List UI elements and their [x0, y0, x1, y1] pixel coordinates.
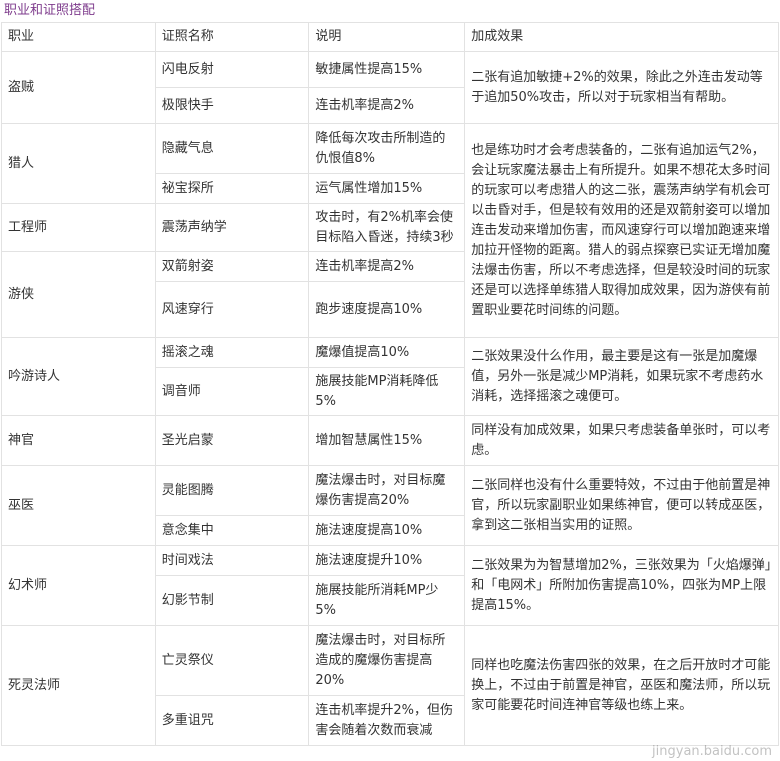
job-cell: 幻术师 [1, 545, 156, 626]
effect-cell: 同样没有加成效果，如果只考虑装备单张时，可以考虑。 [464, 415, 779, 466]
license-name-cell: 亡灵祭仪 [154, 625, 310, 696]
description-cell: 施法速度提高10% [308, 515, 466, 546]
description-cell: 敏捷属性提高15% [308, 51, 466, 88]
license-name-cell: 极限快手 [154, 87, 310, 124]
description-cell: 跑步速度提高10% [308, 281, 466, 338]
license-name-cell: 风速穿行 [154, 281, 310, 338]
license-name-cell: 圣光启蒙 [154, 415, 310, 466]
description-cell: 连击机率提高2% [308, 251, 466, 282]
license-table: 职业 证照名称 说明 加成效果 盗贼 闪电反射 敏捷属性提高15% 二张有追加敏… [1, 22, 779, 746]
job-cell: 巫医 [1, 465, 156, 546]
description-cell: 魔法爆击时，对目标所造成的魔爆伤害提高20% [308, 625, 466, 696]
header-license-name: 证照名称 [154, 22, 310, 52]
job-cell: 游侠 [1, 251, 156, 338]
header-description: 说明 [308, 22, 466, 52]
description-cell: 魔法爆击时，对目标魔爆伤害提高20% [308, 465, 466, 516]
effect-cell: 二张有追加敏捷+2%的效果，除此之外连击发动等于追加50%攻击，所以对于玩家相当… [464, 51, 779, 124]
license-name-cell: 灵能图腾 [154, 465, 310, 516]
page-title: 职业和证照搭配 [4, 3, 96, 18]
description-cell: 魔爆值提高10% [308, 337, 466, 368]
effect-cell: 同样也吃魔法伤害四张的效果，在之后开放时才可能换上，不过由于前置是神官，巫医和魔… [464, 625, 779, 746]
license-name-cell: 幻影节制 [154, 575, 310, 626]
license-name-cell: 祕宝探所 [154, 173, 310, 204]
effect-cell: 二张效果没什么作用，最主要是这有一张是加魔爆值，另外一张是减少MP消耗，如果玩家… [464, 337, 779, 416]
description-cell: 连击机率提高2% [308, 87, 466, 124]
license-name-cell: 闪电反射 [154, 51, 310, 88]
description-cell: 施展技能所消耗MP少5% [308, 575, 466, 626]
license-name-cell: 摇滚之魂 [154, 337, 310, 368]
license-name-cell: 时间戏法 [154, 545, 310, 576]
table-row: 巫医 灵能图腾 魔法爆击时，对目标魔爆伤害提高20% 二张同样也没有什么重要特效… [1, 465, 779, 546]
table-row: 盗贼 闪电反射 敏捷属性提高15% 二张有追加敏捷+2%的效果，除此之外连击发动… [1, 51, 779, 124]
table-row: 猎人 隐藏气息 降低每次攻击所制造的仇恨值8% 也是练功时才会考虑装备的，二张有… [1, 123, 779, 338]
license-name-cell: 多重诅咒 [154, 695, 310, 746]
license-name-cell: 意念集中 [154, 515, 310, 546]
description-cell: 降低每次攻击所制造的仇恨值8% [308, 123, 466, 174]
effect-cell: 也是练功时才会考虑装备的，二张有追加运气2%，会让玩家魔法暴击上有所提升。如果不… [464, 123, 779, 338]
job-cell: 神官 [1, 415, 156, 466]
table-row: 死灵法师 亡灵祭仪 魔法爆击时，对目标所造成的魔爆伤害提高20% 同样也吃魔法伤… [1, 625, 779, 746]
license-name-cell: 震荡声纳学 [154, 203, 310, 252]
license-name-cell: 调音师 [154, 367, 310, 416]
effect-cell: 二张效果为为智慧增加2%，三张效果为「火焰爆弹」和「电网术」所附加伤害提高10%… [464, 545, 779, 626]
table-row: 神官 圣光启蒙 增加智慧属性15% 同样没有加成效果，如果只考虑装备单张时，可以… [1, 415, 779, 466]
header-job: 职业 [1, 22, 156, 52]
job-cell: 盗贼 [1, 51, 156, 124]
effect-cell: 二张同样也没有什么重要特效，不过由于他前置是神官，所以玩家副职业如果练神官，便可… [464, 465, 779, 546]
description-cell: 连击机率提升2%，但伤害会随着次数而衰减 [308, 695, 466, 746]
header-bonus-effect: 加成效果 [464, 22, 779, 52]
table-row: 幻术师 时间戏法 施法速度提升10% 二张效果为为智慧增加2%，三张效果为「火焰… [1, 545, 779, 626]
watermark: jingyan.baidu.com [652, 744, 772, 759]
license-name-cell: 双箭射姿 [154, 251, 310, 282]
description-cell: 施展技能MP消耗降低5% [308, 367, 466, 416]
description-cell: 运气属性增加15% [308, 173, 466, 204]
table-row: 吟游诗人 摇滚之魂 魔爆值提高10% 二张效果没什么作用，最主要是这有一张是加魔… [1, 337, 779, 416]
document-page: 职业和证照搭配 职业 证照名称 说明 加成效果 盗贼 闪电反射 敏捷属性提高15… [0, 0, 780, 761]
description-cell: 增加智慧属性15% [308, 415, 466, 466]
description-cell: 攻击时，有2%机率会使目标陷入昏迷，持续3秒 [308, 203, 466, 252]
job-cell: 死灵法师 [1, 625, 156, 746]
license-name-cell: 隐藏气息 [154, 123, 310, 174]
table-header-row: 职业 证照名称 说明 加成效果 [1, 22, 779, 52]
description-cell: 施法速度提升10% [308, 545, 466, 576]
job-cell: 工程师 [1, 203, 156, 252]
job-cell: 吟游诗人 [1, 337, 156, 416]
job-cell: 猎人 [1, 123, 156, 204]
